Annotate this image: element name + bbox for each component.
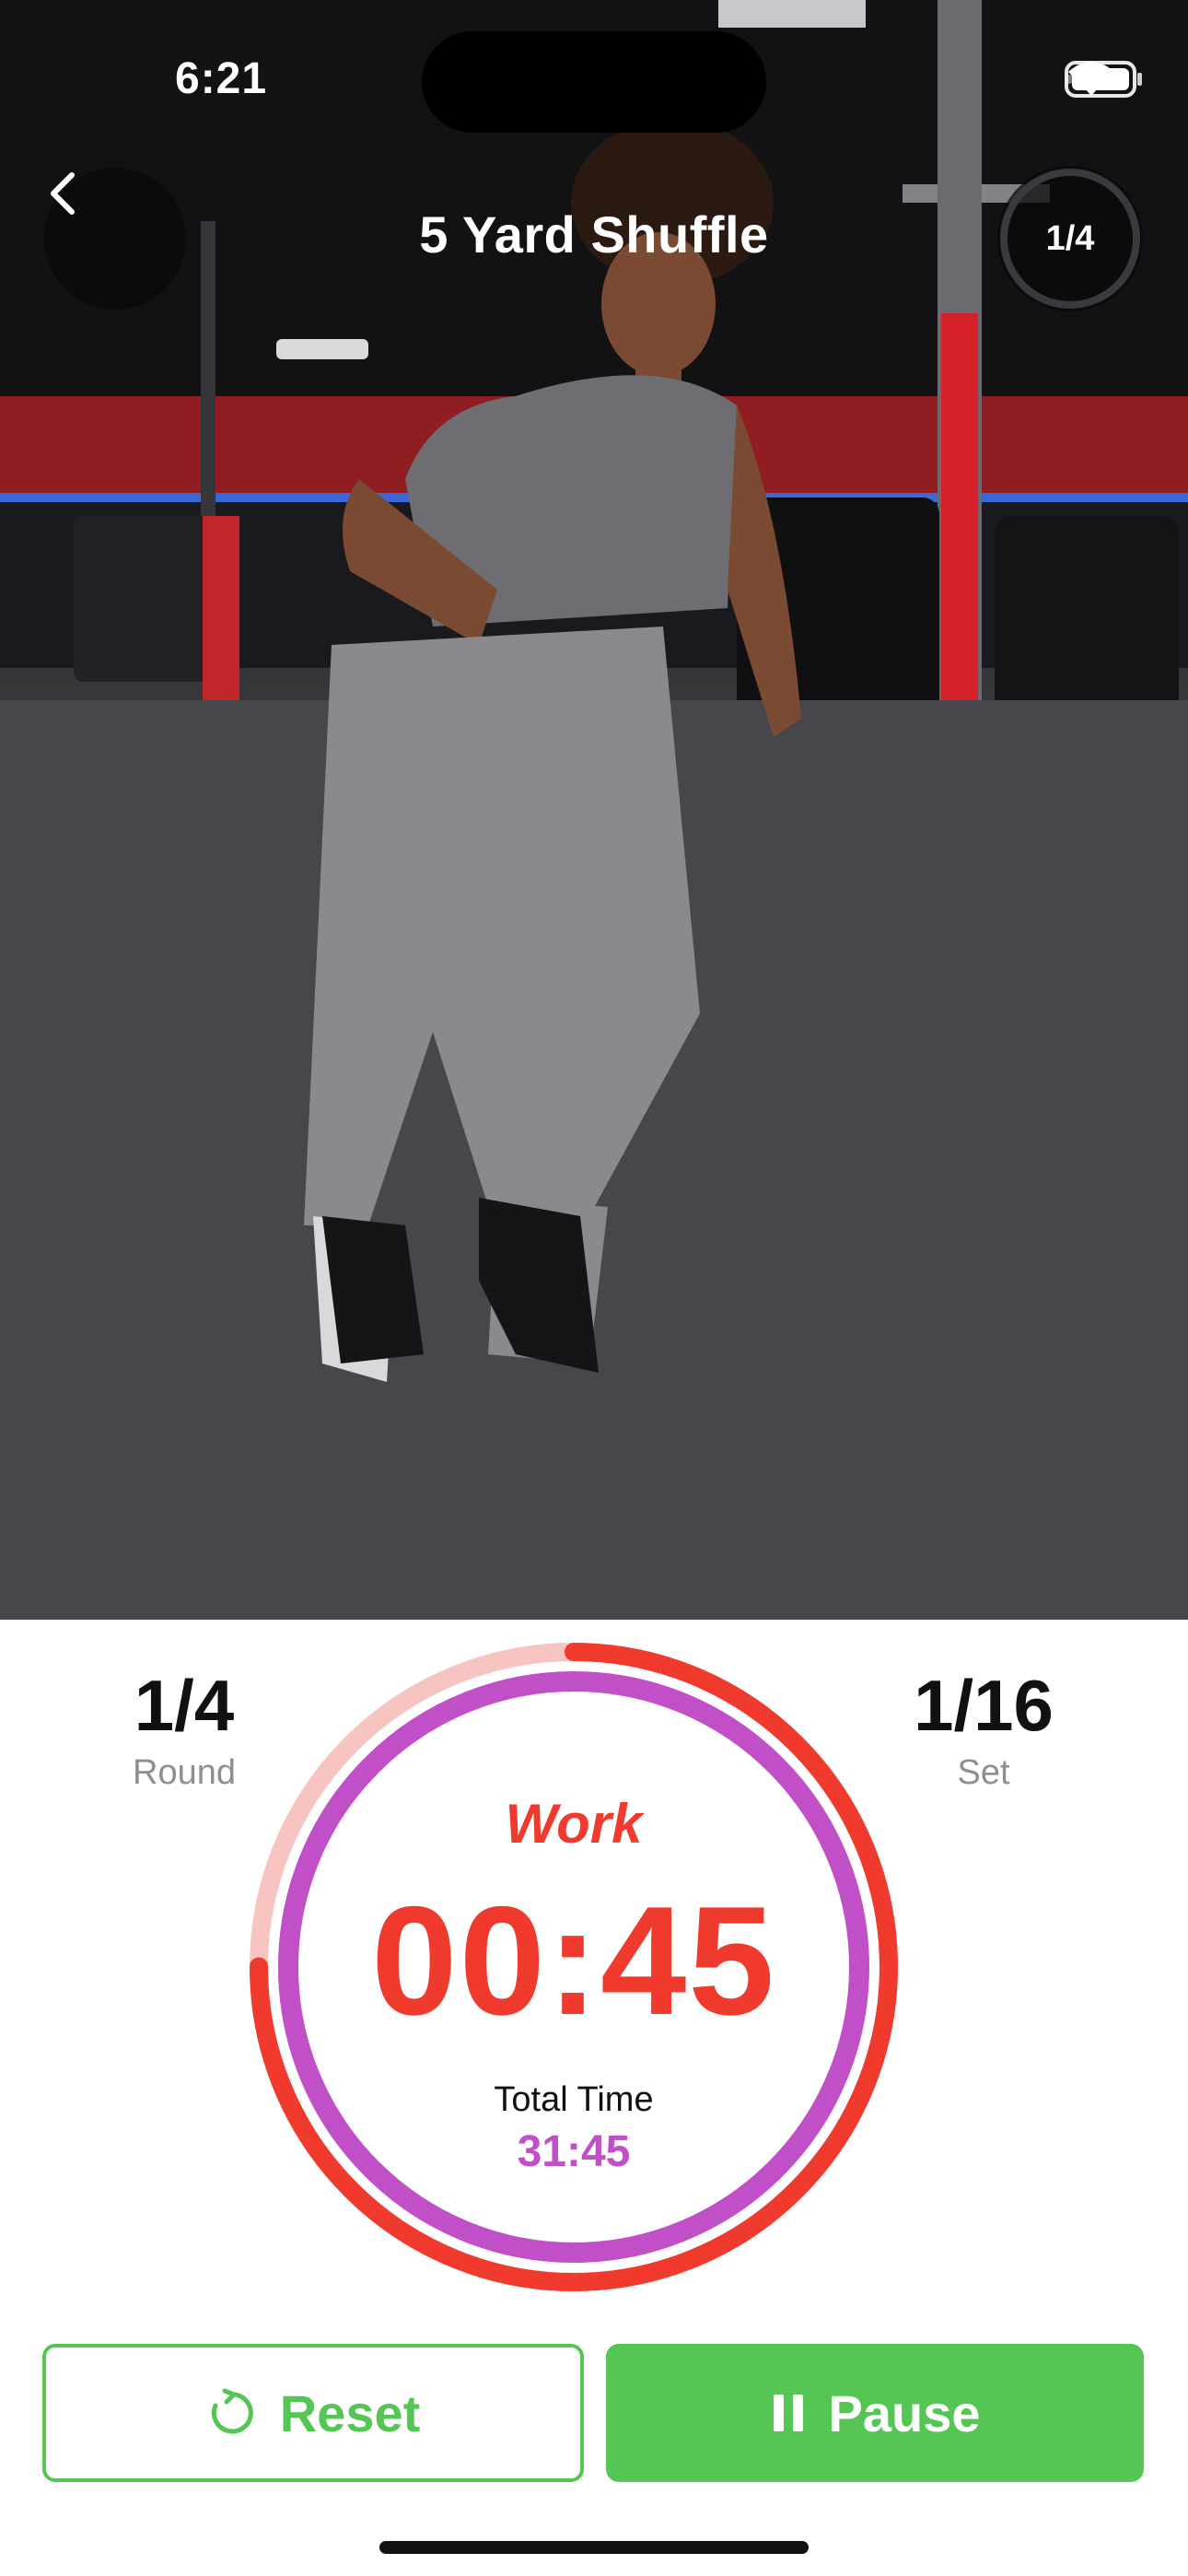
status-icons bbox=[1065, 59, 1142, 100]
pause-button[interactable]: Pause bbox=[606, 2344, 1144, 2482]
status-time: 6:21 bbox=[175, 54, 268, 103]
exercise-progress-indicator: 1/4 bbox=[997, 166, 1143, 311]
pause-label: Pause bbox=[828, 2383, 981, 2442]
reset-label: Reset bbox=[279, 2383, 421, 2442]
exercise-progress-text: 1/4 bbox=[1045, 218, 1095, 258]
dynamic-island bbox=[422, 31, 766, 133]
interval-countdown: 00:45 bbox=[371, 1874, 776, 2047]
total-time-label: Total Time bbox=[494, 2080, 654, 2119]
pause-icon bbox=[773, 2395, 803, 2431]
total-time-value: 31:45 bbox=[517, 2127, 631, 2176]
home-indicator bbox=[379, 2541, 809, 2554]
interval-timer-dial: Work 00:45 Total Time 31:45 bbox=[247, 1640, 901, 2294]
reset-button[interactable]: Reset bbox=[42, 2344, 584, 2482]
reset-icon bbox=[211, 2388, 253, 2434]
battery-icon bbox=[1065, 61, 1142, 98]
exercise-video[interactable]: 6:21 5 Yard Shuffle 1/4 bbox=[0, 0, 1188, 1620]
timer-phase-label: Work bbox=[505, 1793, 643, 1855]
